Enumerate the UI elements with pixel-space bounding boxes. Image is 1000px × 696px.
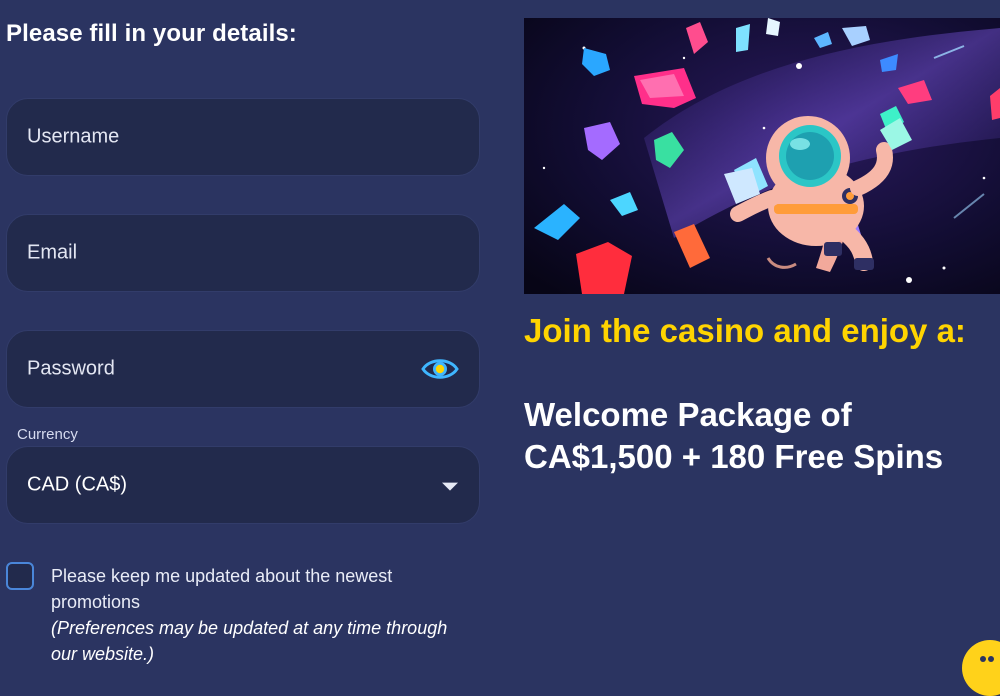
caret-down-icon bbox=[442, 482, 458, 491]
chat-dot bbox=[988, 656, 994, 662]
promotions-consent: Please keep me updated about the newest … bbox=[51, 563, 451, 667]
email-field[interactable]: Email bbox=[6, 214, 480, 292]
username-field[interactable]: Username bbox=[6, 98, 480, 176]
consent-text: Please keep me updated about the newest … bbox=[51, 566, 393, 612]
consent-note: (Preferences may be updated at any time … bbox=[51, 618, 448, 664]
promo-offer: Welcome Package of CA$1,500 + 180 Free S… bbox=[524, 396, 944, 475]
chat-dot bbox=[980, 656, 986, 662]
astronaut-illustration bbox=[524, 18, 1000, 294]
promotions-checkbox[interactable] bbox=[6, 562, 34, 590]
password-placeholder: Password bbox=[27, 357, 115, 380]
currency-value: CAD (CA$) bbox=[27, 473, 128, 496]
currency-label: Currency bbox=[17, 426, 78, 443]
username-placeholder: Username bbox=[27, 125, 120, 148]
eye-icon[interactable] bbox=[421, 356, 459, 382]
promo-headline: Join the casino and enjoy a: bbox=[524, 312, 966, 349]
password-field[interactable]: Password bbox=[6, 330, 480, 408]
promo-panel: Join the casino and enjoy a: Welcome Pac… bbox=[524, 0, 1000, 668]
currency-select[interactable]: CAD (CA$) bbox=[6, 446, 480, 524]
astronaut-banner bbox=[524, 18, 1000, 294]
registration-form: Please fill in your details: Username Em… bbox=[0, 0, 490, 668]
email-placeholder: Email bbox=[27, 241, 78, 264]
form-title: Please fill in your details: bbox=[6, 20, 297, 47]
